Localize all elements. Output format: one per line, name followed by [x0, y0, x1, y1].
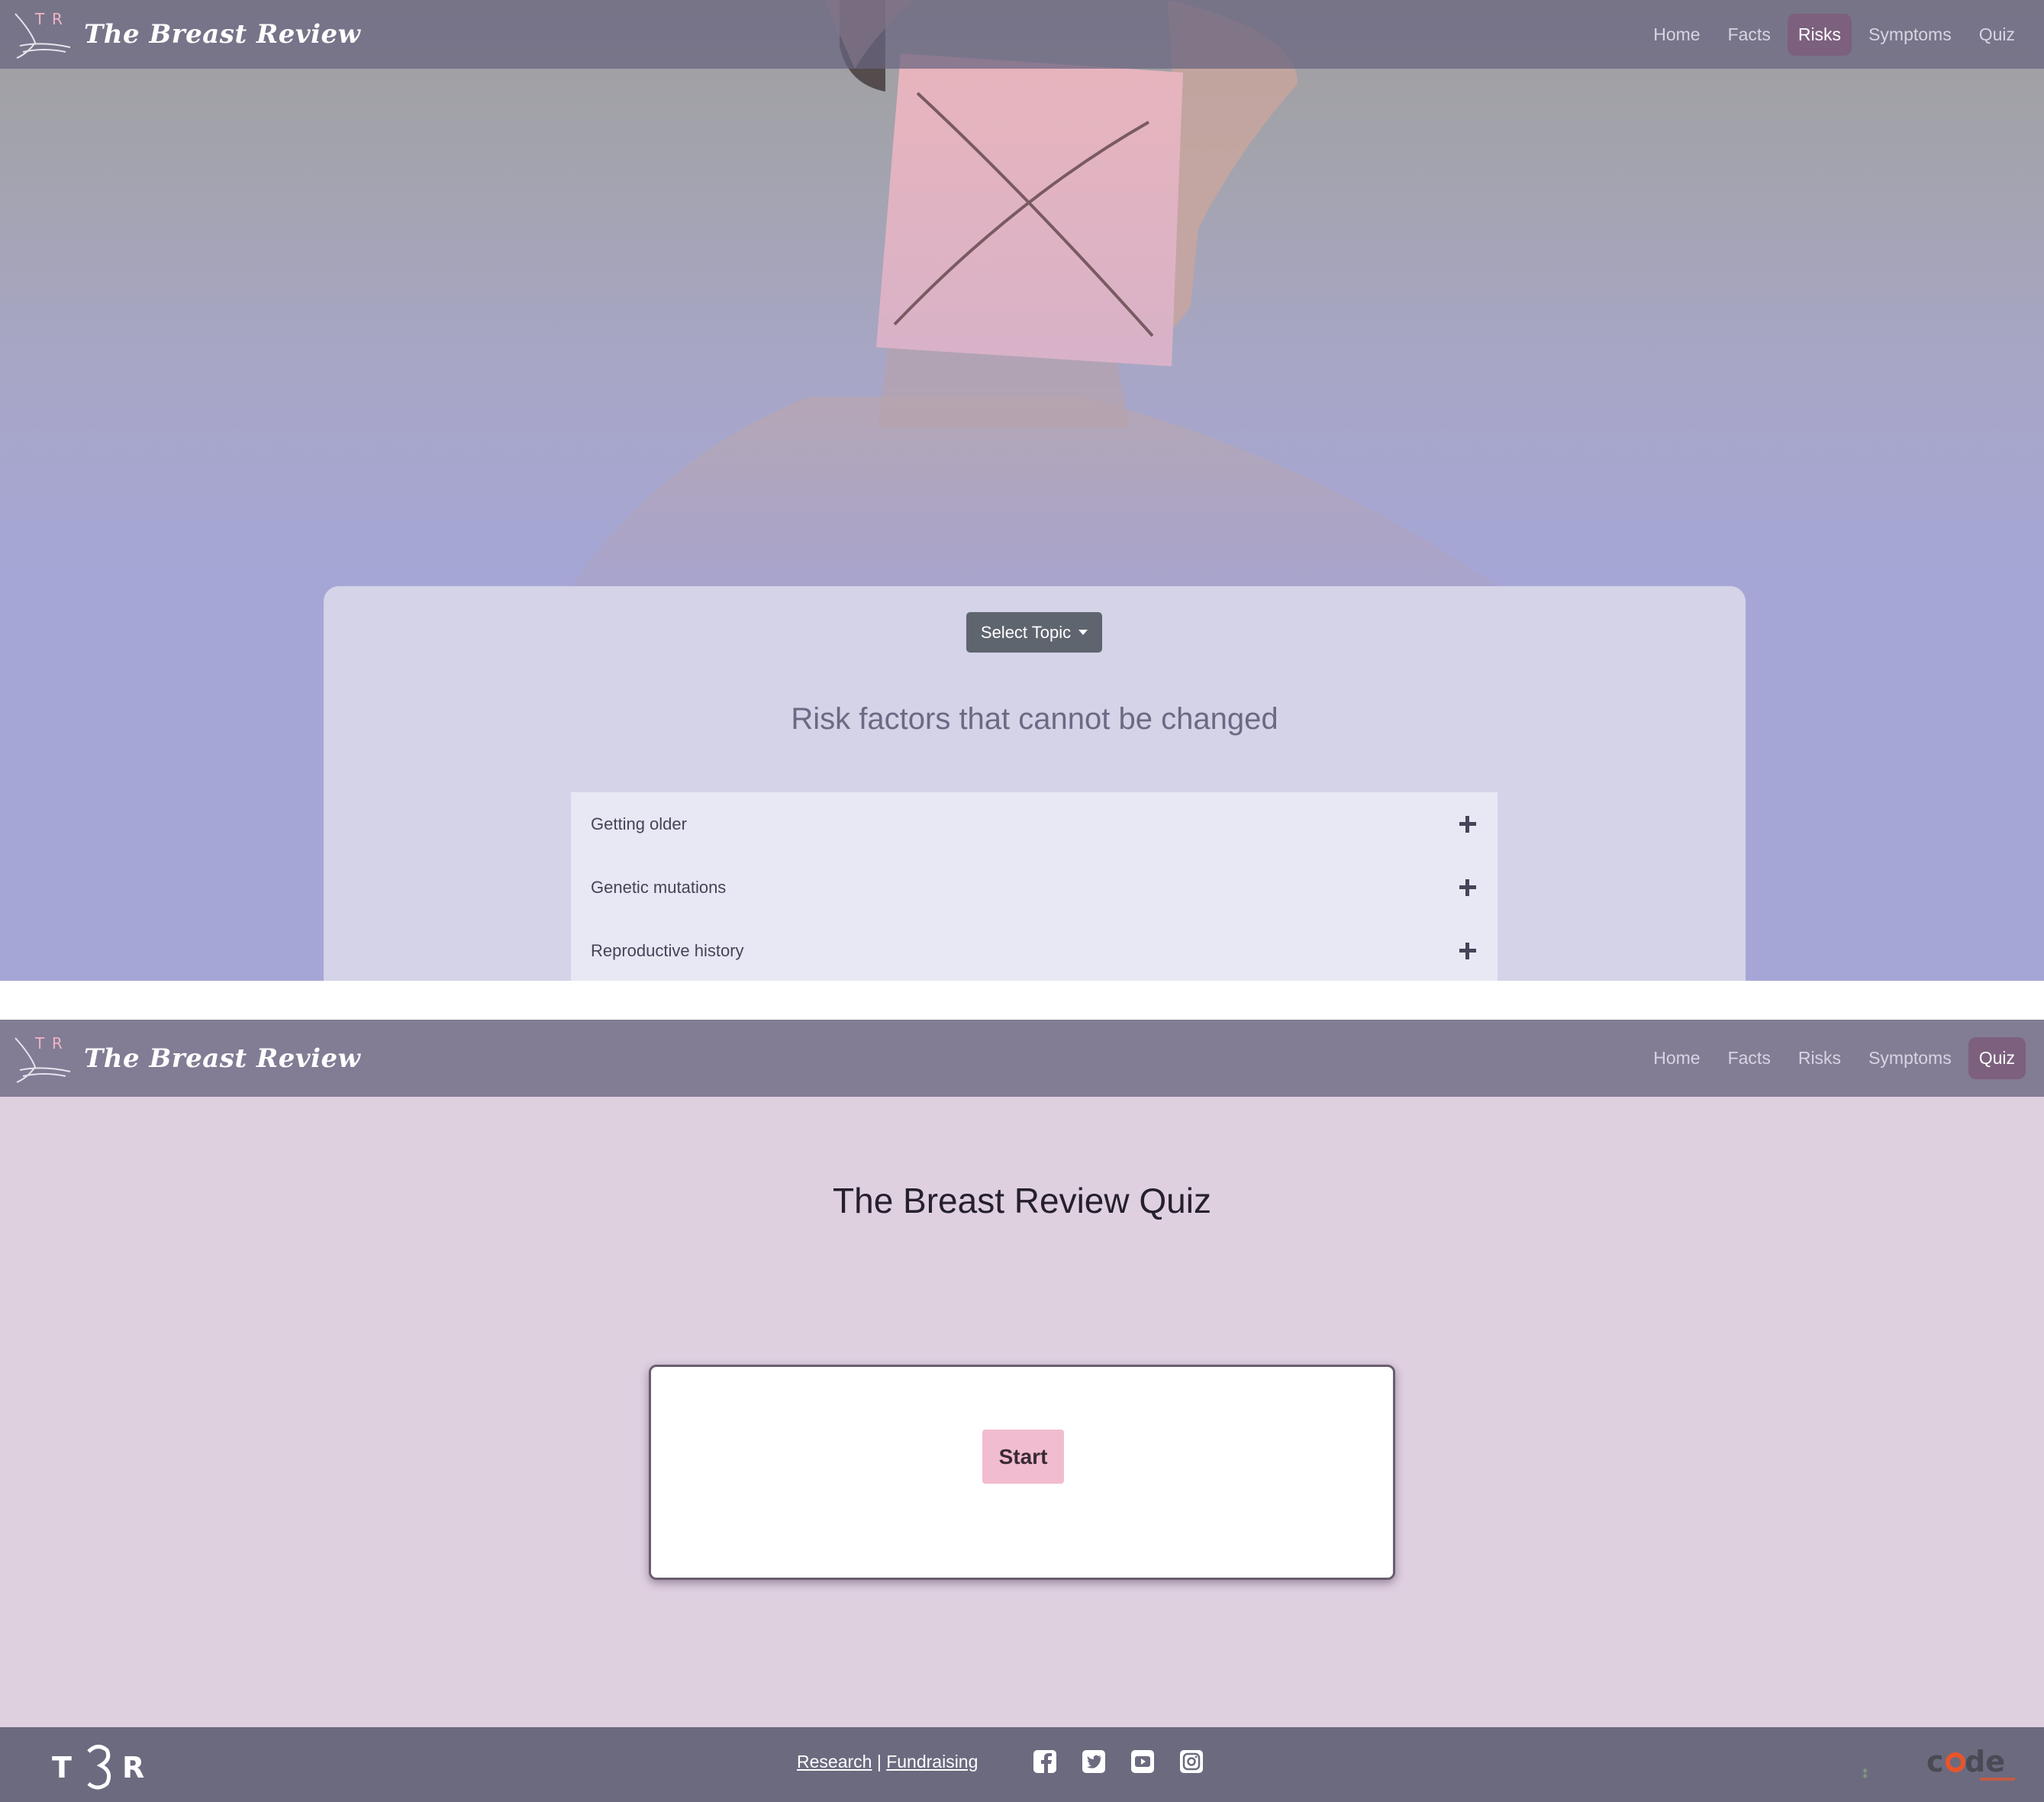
brand-logo-icon: T R [15, 1034, 71, 1083]
hero-image [565, 0, 1511, 595]
svg-text:c: c [1926, 1745, 1944, 1778]
facebook-icon[interactable] [1032, 1749, 1058, 1775]
svg-text:T: T [34, 10, 45, 28]
accordion-item-reproductive-history[interactable]: Reproductive history [571, 919, 1498, 981]
brand-logo-icon: T R [15, 10, 71, 59]
instagram-icon[interactable] [1178, 1749, 1204, 1775]
quiz-card: Start [649, 1365, 1395, 1580]
top-navbar: T R The Breast Review Home Facts Risks S… [0, 0, 2044, 69]
risks-page: T R The Breast Review Home Facts Risks S… [0, 0, 2044, 981]
nav-facts[interactable]: Facts [1717, 14, 1781, 56]
nav-home[interactable]: Home [1643, 14, 1710, 56]
brand-name: The Breast Review [84, 19, 361, 50]
quiz-navbar: T R The Breast Review Home Facts Risks S… [0, 1020, 2044, 1097]
plus-icon [1458, 814, 1478, 834]
partner-code-logo[interactable]: c de [1926, 1744, 2018, 1785]
accordion-label: Reproductive history [591, 940, 744, 960]
start-button[interactable]: Start [982, 1430, 1064, 1484]
risk-heading: Risk factors that cannot be changed [791, 702, 1278, 736]
youtube-icon[interactable] [1130, 1749, 1156, 1775]
twitter-icon[interactable] [1081, 1749, 1107, 1775]
accordion-item-getting-older[interactable]: Getting older [571, 792, 1498, 856]
risk-accordion: Getting older Genetic mutations Reproduc… [571, 792, 1498, 981]
nav-risks[interactable]: Risks [1788, 1037, 1852, 1079]
nav-links: Home Facts Risks Symptoms Quiz [1643, 0, 2026, 69]
brand-name: The Breast Review [84, 1043, 361, 1074]
svg-text:T: T [52, 1751, 72, 1784]
brand[interactable]: T R The Breast Review [12, 1030, 360, 1087]
svg-text:de: de [1965, 1745, 2005, 1778]
footer-separator: | [876, 1752, 882, 1771]
research-link[interactable]: Research [797, 1752, 872, 1771]
footer-logo-icon[interactable]: T R [52, 1741, 151, 1791]
nav-quiz[interactable]: Quiz [1968, 14, 2026, 56]
svg-text:R: R [52, 1034, 63, 1053]
quiz-page: The Breast Review Quiz Start [0, 1020, 2044, 1802]
caret-down-icon [1078, 630, 1088, 635]
footer-links: Research | Fundraising [797, 1752, 978, 1772]
plus-icon [1458, 941, 1478, 961]
svg-text:R: R [122, 1751, 144, 1784]
plus-icon [1458, 878, 1478, 898]
nav-risks[interactable]: Risks [1787, 13, 1852, 56]
nav-facts[interactable]: Facts [1717, 1037, 1781, 1079]
nav-symptoms[interactable]: Symptoms [1858, 1037, 1962, 1079]
quiz-title: The Breast Review Quiz [833, 1181, 1211, 1220]
select-topic-label: Select Topic [980, 622, 1072, 642]
accordion-label: Genetic mutations [591, 877, 727, 897]
accordion-label: Getting older [591, 814, 687, 833]
nav-home[interactable]: Home [1643, 1037, 1710, 1079]
nav-quiz[interactable]: Quiz [1968, 1037, 2026, 1079]
tiny-mark-icon: ⁑ [1862, 1768, 1868, 1781]
footer: T R Research | Fundraising ⁑ c de [0, 1727, 2044, 1802]
nav-symptoms[interactable]: Symptoms [1858, 14, 1962, 56]
select-topic-dropdown[interactable]: Select Topic [966, 612, 1102, 653]
accordion-item-genetic-mutations[interactable]: Genetic mutations [571, 856, 1498, 919]
risks-panel: Select Topic Risk factors that cannot be… [324, 586, 1746, 981]
nav-links: Home Facts Risks Symptoms Quiz [1643, 1020, 2026, 1097]
brand[interactable]: T R The Breast Review [12, 6, 360, 63]
fundraising-link[interactable]: Fundraising [886, 1752, 978, 1771]
svg-text:R: R [52, 10, 63, 28]
svg-text:T: T [34, 1034, 45, 1053]
